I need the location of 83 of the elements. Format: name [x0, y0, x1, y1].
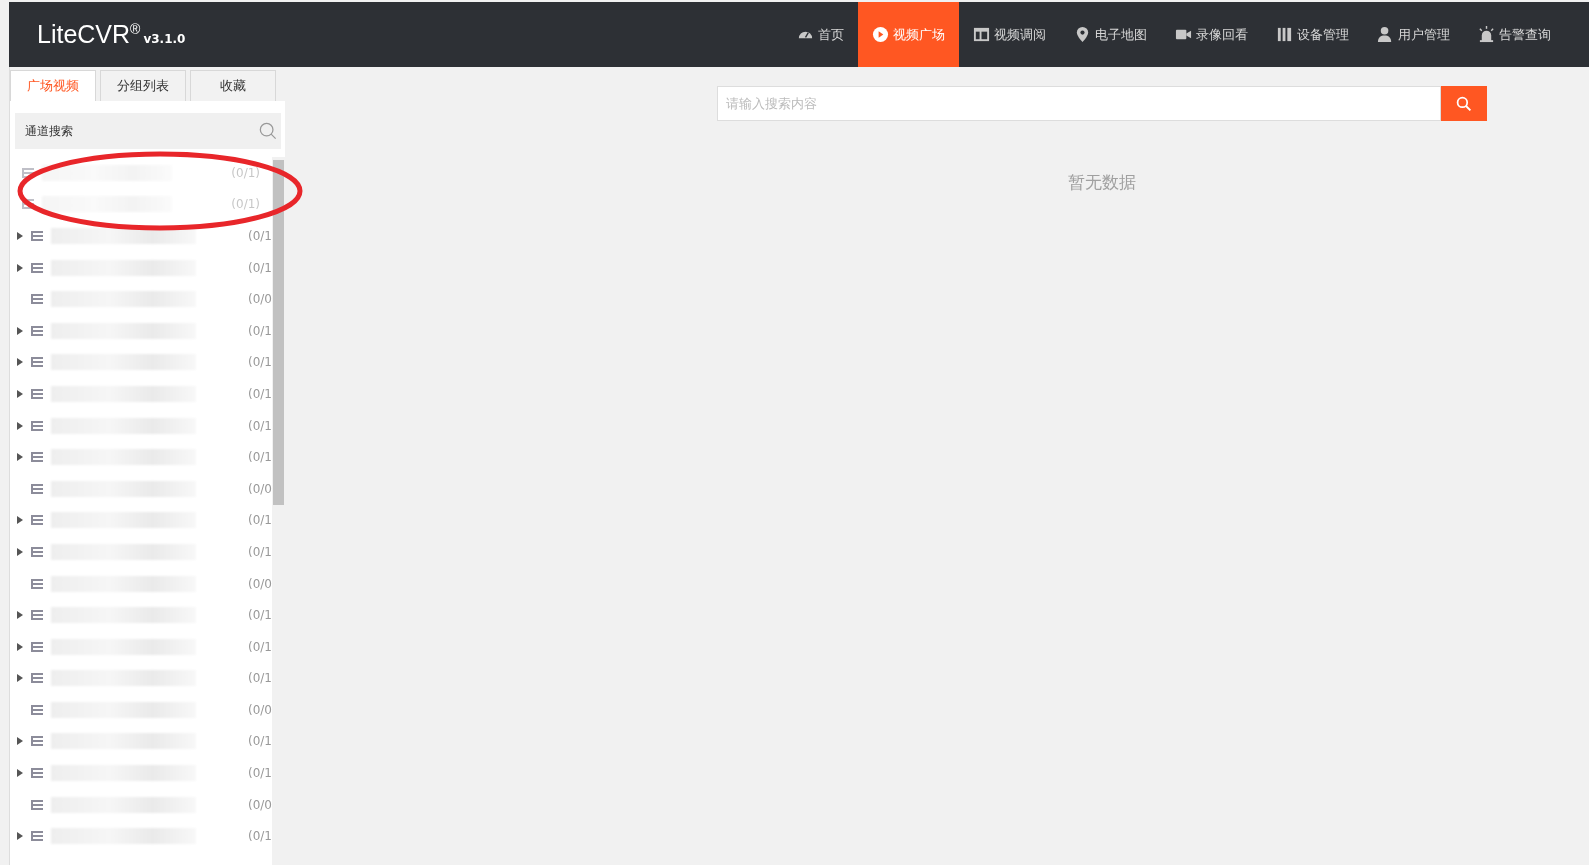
- list-icon: [31, 609, 43, 622]
- search-field[interactable]: 请输入搜索内容: [717, 86, 1441, 121]
- channel-count: (0/1: [248, 418, 272, 433]
- channel-count: (0/1: [248, 450, 272, 465]
- list-icon: [31, 545, 43, 558]
- search-button[interactable]: [1441, 86, 1487, 121]
- list-icon: [31, 230, 43, 242]
- channel-count: (0/1: [248, 260, 272, 275]
- channel-count: (0/0: [248, 292, 272, 307]
- channel-count: (0/1: [248, 639, 272, 654]
- list-icon: [31, 703, 43, 716]
- nav-tab[interactable]: 录像回看: [1161, 2, 1262, 67]
- channel-count: (0/1: [248, 671, 272, 686]
- list-icon: [31, 324, 43, 337]
- channel-search-field[interactable]: 通道搜索: [15, 113, 281, 149]
- expand-arrow-icon[interactable]: [17, 389, 23, 398]
- registered-mark: ®: [130, 20, 141, 37]
- columns-icon: [1276, 26, 1293, 43]
- expand-arrow-icon[interactable]: [17, 642, 23, 651]
- list-icon: [31, 261, 43, 274]
- tab[interactable]: 收藏: [190, 70, 276, 101]
- expand-arrow-icon[interactable]: [17, 232, 23, 240]
- list-icon: [31, 482, 43, 495]
- nav-tab[interactable]: 首页: [783, 2, 858, 67]
- play-icon: [872, 26, 889, 43]
- map-pin-icon: [1074, 26, 1091, 43]
- expand-arrow-icon[interactable]: [17, 263, 23, 272]
- nav-tab[interactable]: 用户管理: [1363, 2, 1464, 67]
- scrollbar[interactable]: [272, 157, 285, 865]
- list-icon: [31, 830, 43, 843]
- list-icon: [31, 798, 43, 811]
- channel-count: (0/1: [248, 544, 272, 559]
- list-icon: [31, 356, 43, 369]
- channel-count: (0/0: [248, 481, 272, 496]
- list-icon: [31, 387, 43, 400]
- list-icon: [31, 451, 43, 464]
- expand-arrow-icon[interactable]: [17, 516, 23, 525]
- list-icon: [22, 166, 34, 179]
- list-icon: [31, 577, 43, 590]
- expand-arrow-icon[interactable]: [17, 611, 23, 620]
- list-icon: [31, 640, 43, 653]
- expand-arrow-icon[interactable]: [17, 326, 23, 335]
- channel-count: (0/1: [248, 608, 272, 623]
- empty-message: 暂无数据: [1068, 171, 1136, 194]
- user-icon: [1377, 26, 1394, 43]
- channel-count: (0/1: [248, 355, 272, 370]
- logo: LiteCVR$^{®}$: [37, 20, 141, 49]
- channel-count: (0/1: [248, 229, 272, 243]
- tab[interactable]: 分组列表: [100, 70, 186, 101]
- expand-arrow-icon[interactable]: [17, 769, 23, 778]
- channel-count: (0/0: [248, 702, 272, 717]
- expand-arrow-icon[interactable]: [17, 358, 23, 367]
- nav-tab[interactable]: 告警查询: [1464, 2, 1565, 67]
- nav-tab[interactable]: 设备管理: [1262, 2, 1363, 67]
- list-icon: [31, 767, 43, 780]
- list-icon: [31, 672, 43, 685]
- layout-icon: [973, 26, 990, 43]
- channel-count: (0/1: [248, 766, 272, 781]
- channel-count: (0/1: [248, 386, 272, 401]
- list-icon: [31, 419, 43, 432]
- list-icon: [31, 514, 43, 527]
- list-icon: [31, 293, 43, 306]
- channel-count: (0/1: [248, 829, 272, 844]
- channel-count: (0/1: [248, 323, 272, 338]
- list-icon: [22, 198, 34, 211]
- expand-arrow-icon[interactable]: [17, 737, 23, 746]
- version-label: v3.1.0: [143, 32, 186, 46]
- expand-arrow-icon[interactable]: [17, 674, 23, 683]
- channel-count: (0/0: [248, 576, 272, 591]
- expand-arrow-icon[interactable]: [17, 547, 23, 556]
- channel-count: (0/0: [248, 797, 272, 812]
- expand-arrow-icon[interactable]: [17, 421, 23, 430]
- channel-count: (0/1): [231, 165, 260, 180]
- alarm-light-icon: [1478, 26, 1495, 43]
- expand-arrow-icon[interactable]: [17, 832, 23, 841]
- nav-tab[interactable]: 视频调阅: [959, 2, 1060, 67]
- expand-arrow-icon[interactable]: [17, 453, 23, 462]
- nav-tab[interactable]: 电子地图: [1060, 2, 1161, 67]
- channel-count: (0/1: [248, 734, 272, 749]
- search-icon: [1456, 95, 1472, 112]
- channel-count: (0/1): [231, 197, 260, 212]
- list-icon: [31, 735, 43, 748]
- channel-count: (0/1: [248, 513, 272, 528]
